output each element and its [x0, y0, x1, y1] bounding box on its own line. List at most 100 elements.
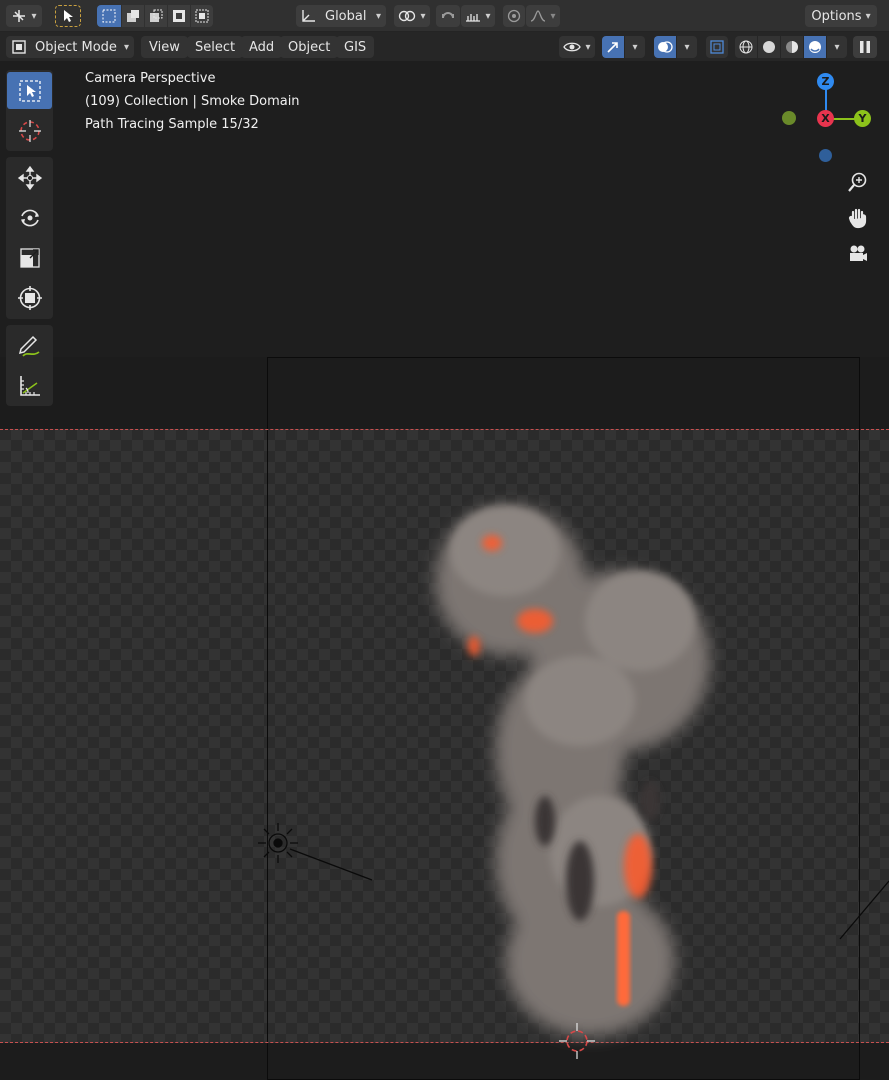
tool-rotate[interactable] — [7, 199, 52, 236]
tool-transform[interactable] — [7, 279, 52, 316]
tool-move[interactable] — [7, 159, 52, 196]
chevron-down-icon: ▾ — [550, 10, 556, 22]
gizmo-dropdown[interactable]: ▾ — [625, 36, 645, 58]
annotate-icon — [18, 335, 40, 357]
chevron-down-icon: ▾ — [485, 10, 491, 22]
tool-measure[interactable] — [7, 367, 52, 404]
gizmo-toggle-button[interactable] — [602, 36, 624, 58]
measure-icon — [19, 375, 40, 396]
select-subtract-icon — [150, 9, 163, 22]
select-tool-button[interactable] — [55, 5, 81, 27]
select-extend-button[interactable] — [122, 5, 144, 27]
chevron-down-icon: ▾ — [420, 10, 426, 22]
overlays-dropdown[interactable]: ▾ — [677, 36, 697, 58]
menu-select[interactable]: Select — [187, 36, 244, 58]
xray-toggle-button[interactable] — [706, 36, 728, 58]
chevron-down-icon: ▾ — [834, 41, 840, 53]
visibility-dropdown[interactable]: ▾ — [559, 36, 595, 58]
shading-solid-button[interactable] — [758, 36, 780, 58]
chevron-down-icon: ▾ — [865, 10, 871, 22]
editor-type-icon — [13, 10, 26, 22]
shading-dropdown[interactable]: ▾ — [827, 36, 847, 58]
select-mode-group — [97, 5, 213, 27]
tool-select-box[interactable] — [7, 72, 52, 109]
eye-icon — [563, 42, 582, 52]
scale-icon — [19, 247, 40, 268]
snap-target-dropdown[interactable]: ▾ — [461, 5, 495, 27]
editor-type-button[interactable]: ▾ — [6, 5, 42, 27]
camera-view-icon — [850, 245, 867, 261]
object-mode-icon — [12, 40, 26, 54]
zoom-icon — [848, 172, 867, 192]
chevron-down-icon: ▾ — [375, 10, 381, 22]
tool-cursor[interactable] — [7, 112, 52, 149]
falloff-dropdown[interactable]: ▾ — [526, 5, 560, 27]
chevron-down-icon: ▾ — [585, 41, 591, 53]
3d-viewport[interactable]: Camera Perspective (109) Collection | Sm… — [0, 61, 889, 1080]
viewport-info-render: Path Tracing Sample 15/32 — [85, 117, 259, 132]
viewport-header: Object Mode ▾ View Select Add Object GIS… — [0, 32, 889, 61]
menu-gis[interactable]: GIS — [336, 36, 375, 58]
rendered-sphere-icon — [809, 41, 821, 53]
gizmo-z-axis[interactable]: Z — [817, 73, 834, 90]
pause-render-button[interactable] — [853, 36, 877, 58]
shading-material-button[interactable] — [781, 36, 803, 58]
overlays-toggle-button[interactable] — [654, 36, 676, 58]
rotate-icon — [20, 209, 39, 226]
transform-orientation-dropdown[interactable]: Global ▾ — [296, 5, 386, 27]
zoom-button[interactable] — [843, 167, 873, 197]
pause-icon — [860, 41, 870, 53]
pivot-point-dropdown[interactable]: ▾ — [394, 5, 430, 27]
toolbar-transform-group — [6, 157, 53, 319]
xray-icon — [710, 40, 724, 54]
options-dropdown[interactable]: Options ▾ — [805, 5, 877, 27]
snap-toggle-button[interactable] — [436, 5, 460, 27]
magnet-icon — [442, 12, 454, 19]
gizmo-neg-y-axis[interactable] — [782, 111, 796, 125]
options-label: Options — [811, 8, 862, 24]
menu-view[interactable]: View — [141, 36, 188, 58]
select-subtract-button[interactable] — [145, 5, 167, 27]
transform-icon — [17, 285, 42, 310]
shading-rendered-button[interactable] — [804, 36, 826, 58]
snap-increment-icon — [466, 14, 481, 22]
pivot-link-icon — [399, 10, 416, 22]
menu-add[interactable]: Add — [241, 36, 283, 58]
gizmo-neg-z-axis[interactable] — [819, 149, 832, 162]
falloff-curve-icon — [531, 10, 546, 22]
transform-orientation-label: Global — [325, 8, 367, 24]
cursor-arrow-icon — [64, 10, 73, 22]
tool-annotate[interactable] — [7, 327, 52, 364]
shading-mode-group: ▾ — [735, 36, 847, 58]
select-box-icon — [18, 79, 41, 102]
tool-scale[interactable] — [7, 239, 52, 276]
menu-object[interactable]: Object — [280, 36, 339, 58]
chevron-down-icon: ▾ — [123, 41, 129, 53]
camera-view-button[interactable] — [843, 239, 873, 269]
select-intersect-button[interactable] — [191, 5, 213, 27]
mode-dropdown[interactable]: Object Mode ▾ — [6, 36, 134, 58]
shading-wireframe-button[interactable] — [735, 36, 757, 58]
orientation-axes-icon — [302, 10, 315, 22]
overlay-circles-icon — [658, 41, 673, 53]
gizmo-y-axis[interactable]: Y — [854, 110, 871, 127]
material-sphere-icon — [786, 41, 798, 53]
select-new-button[interactable] — [97, 5, 121, 27]
chevron-down-icon: ▾ — [684, 41, 690, 53]
viewport-info-view: Camera Perspective — [85, 71, 216, 86]
proportional-edit-button[interactable] — [503, 5, 525, 27]
pan-button[interactable] — [843, 203, 873, 233]
smoke-render — [258, 506, 889, 1059]
select-invert-button[interactable] — [168, 5, 190, 27]
toolbar-annotate-group — [6, 325, 53, 406]
move-icon — [17, 165, 42, 190]
gizmo-x-axis[interactable]: X — [817, 110, 834, 127]
proportional-edit-icon — [507, 9, 521, 23]
camera-line — [839, 880, 889, 940]
chevron-down-icon: ▾ — [31, 10, 37, 22]
solid-sphere-icon — [763, 41, 775, 53]
select-new-icon — [102, 9, 116, 23]
select-intersect-icon — [195, 9, 209, 23]
gizmo-arrow-icon — [607, 42, 618, 53]
mode-label: Object Mode — [35, 39, 117, 55]
